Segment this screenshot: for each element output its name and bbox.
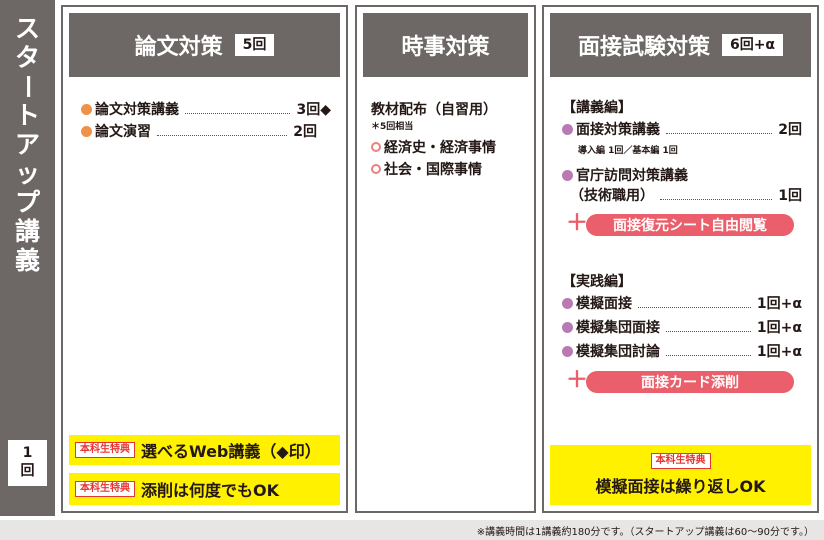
leader-dots	[666, 125, 773, 134]
item-count: 1回+α	[756, 296, 802, 312]
material-title-text: 教材配布（自習用）	[371, 102, 497, 118]
benefit-tag: 本科生特典	[650, 453, 711, 469]
item-label: 論文対策講義	[95, 102, 179, 118]
leader-dots	[638, 299, 751, 308]
list-item: 模擬面接 1回+α	[562, 293, 802, 313]
material-note: ＊5回相当	[371, 122, 414, 132]
column-current-affairs-title: 時事対策	[401, 35, 490, 60]
item-label: 模擬集団討論	[576, 344, 660, 360]
bullet-icon	[562, 345, 573, 357]
item-count: 1回	[778, 188, 802, 204]
section-header: 【講義編】	[562, 100, 632, 116]
footer-note-bar: ※講義時間は1講義約180分です。（スタートアップ講義は60～90分です。）	[0, 520, 824, 540]
list-item: 論文対策講義 3回◆	[81, 99, 331, 119]
plus-benefit-bar: 面接復元シート自由閲覧	[586, 214, 794, 236]
item-count: 1回+α	[756, 344, 802, 360]
footer-note: ※講義時間は1講義約180分です。（スタートアップ講義は60～90分です。）	[476, 527, 814, 538]
plus-benefit-bar: 面接カード添削	[586, 371, 794, 393]
benefit-banner: 本科生特典 添削は何度でもOK	[69, 473, 340, 505]
ring-bullet-icon	[371, 142, 381, 152]
column-essay-badge: 5回	[234, 34, 275, 56]
column-essay: 論文対策 5回 論文対策講義 3回◆ 論文演習 2回 本科生特典 選べるWeb講…	[61, 5, 348, 513]
benefit-text: 選べるWeb講義（◆印）	[141, 442, 321, 461]
leader-dots	[157, 127, 288, 136]
item-label: 模擬面接	[576, 296, 632, 312]
list-item: 模擬集団討論 1回+α	[562, 341, 802, 361]
item-label: 官庁訪問対策講義	[576, 168, 688, 184]
leader-dots	[666, 323, 751, 332]
column-current-affairs: 時事対策 教材配布（自習用） ＊5回相当 経済史・経済事情 社会・国際事情	[355, 5, 536, 513]
column-essay-header: 論文対策 5回	[69, 13, 340, 77]
benefit-banner: 本科生特典 選べるWeb講義（◆印）	[69, 435, 340, 465]
bullet-icon	[562, 123, 573, 135]
sidebar-title-char: ー	[13, 73, 42, 99]
sidebar: ス タ ー ト ア ッ プ 講 義 1 回	[0, 0, 55, 516]
list-item: 経済史・経済事情	[371, 137, 496, 157]
plus-icon: ＋	[566, 211, 589, 236]
material-title: 教材配布（自習用）	[371, 99, 497, 119]
leader-dots	[185, 105, 291, 114]
session-count-unit: 回	[20, 463, 35, 479]
section-header: 【実践編】	[562, 274, 632, 290]
item-count: 2回	[293, 124, 317, 140]
benefit-tag: 本科生特典	[75, 442, 135, 458]
session-count-number: 1	[22, 445, 33, 461]
bullet-icon	[562, 169, 573, 181]
list-item: 社会・国際事情	[371, 159, 482, 179]
benefit-text: 模擬面接は繰り返しOK	[595, 477, 766, 496]
column-interview: 面接試験対策 6回+α 【講義編】 面接対策講義 2回 導入編 1回／基本編 1…	[542, 5, 819, 513]
bullet-icon	[562, 297, 573, 309]
benefit-banner: 本科生特典 模擬面接は繰り返しOK	[550, 445, 811, 505]
benefit-tag: 本科生特典	[75, 481, 135, 497]
bullet-icon	[81, 103, 92, 115]
bullet-icon	[562, 321, 573, 333]
item-label: 面接対策講義	[576, 122, 660, 138]
plus-icon: ＋	[566, 368, 589, 393]
item-label: 論文演習	[95, 124, 151, 140]
column-interview-badge: 6回+α	[721, 34, 784, 56]
column-essay-title: 論文対策	[134, 35, 223, 60]
list-item-continuation: （技術職用） 1回	[570, 185, 802, 205]
benefit-text: 添削は何度でもOK	[141, 481, 280, 500]
bullet-icon	[81, 125, 92, 137]
item-label: 社会・国際事情	[384, 162, 482, 178]
list-item: 模擬集団面接 1回+α	[562, 317, 802, 337]
ring-bullet-icon	[371, 164, 381, 174]
leader-dots	[660, 191, 773, 200]
item-label: 模擬集団面接	[576, 320, 660, 336]
item-count: 3回◆	[296, 102, 331, 118]
list-item: 面接対策講義 2回	[562, 119, 802, 139]
sidebar-title-char: ッ	[14, 159, 40, 188]
sidebar-title-char: プ	[14, 188, 40, 217]
sidebar-title: ス タ ー ト ア ッ プ 講 義	[0, 14, 55, 275]
sidebar-title-char: 講	[14, 217, 40, 246]
sidebar-title-char: ス	[14, 14, 40, 43]
session-count-box: 1 回	[8, 440, 47, 486]
list-item: 論文演習 2回	[81, 121, 317, 141]
list-item: 官庁訪問対策講義	[562, 165, 688, 185]
item-label: 経済史・経済事情	[384, 140, 496, 156]
column-current-affairs-header: 時事対策	[363, 13, 528, 77]
item-note: 導入編 1回／基本編 1回	[578, 146, 678, 156]
item-count: 1回+α	[756, 320, 802, 336]
column-interview-header: 面接試験対策 6回+α	[550, 13, 811, 77]
sidebar-title-char: ア	[14, 130, 40, 159]
column-interview-title: 面接試験対策	[577, 35, 710, 60]
item-count: 2回	[778, 122, 802, 138]
sidebar-title-char: 義	[14, 246, 40, 275]
leader-dots	[666, 347, 751, 356]
item-label: （技術職用）	[570, 188, 654, 204]
